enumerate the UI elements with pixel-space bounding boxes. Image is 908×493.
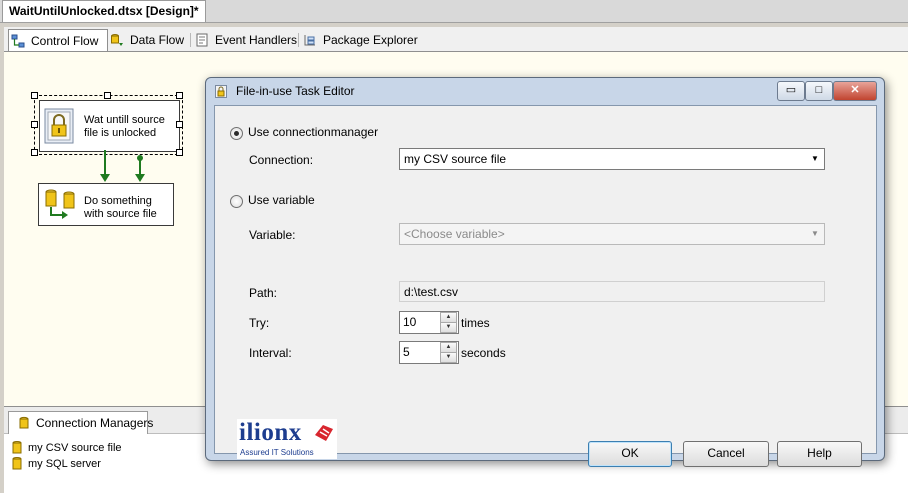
connection-label: Connection:	[249, 153, 314, 167]
variable-label: Variable:	[249, 228, 296, 242]
task-label: Do something	[84, 195, 152, 207]
path-field: d:\test.csv	[399, 281, 825, 302]
tab-label: Event Handlers	[215, 33, 298, 47]
package-explorer-icon	[304, 35, 315, 46]
resize-handle[interactable]	[176, 121, 183, 128]
try-value: 10	[403, 315, 417, 329]
chevron-down-icon[interactable]: ▼	[440, 352, 457, 363]
chevron-down-icon: ▼	[811, 229, 819, 238]
task-do-something[interactable]: Do something with source file	[38, 183, 174, 226]
close-button[interactable]: ✕	[833, 81, 877, 101]
maximize-button[interactable]: □	[805, 81, 833, 101]
tab-label: Package Explorer	[323, 33, 418, 47]
use-connectionmanager-radio[interactable]	[230, 127, 243, 140]
precedence-constraint[interactable]	[99, 150, 159, 184]
path-value: d:\test.csv	[404, 285, 459, 299]
resize-handle[interactable]	[104, 92, 111, 99]
use-variable-label: Use variable	[248, 193, 315, 207]
database-transfer-icon	[45, 189, 75, 219]
path-label: Path:	[249, 286, 278, 300]
resize-handle[interactable]	[176, 149, 183, 156]
interval-value: 5	[403, 345, 410, 359]
tab-data-flow[interactable]: Data Flow	[108, 29, 186, 51]
lock-icon	[215, 85, 227, 98]
tab-separator	[298, 33, 299, 47]
data-flow-icon	[111, 34, 123, 46]
connection-manager-icon	[19, 416, 29, 429]
cancel-button[interactable]: Cancel	[683, 441, 769, 467]
logo-mark-icon	[315, 425, 333, 441]
try-stepper[interactable]: 10 ▲ ▼	[399, 311, 459, 334]
document-tab[interactable]: WaitUntilUnlocked.dtsx [Design]*	[2, 0, 206, 22]
resize-handle[interactable]	[31, 121, 38, 128]
tab-label: Connection Managers	[36, 416, 154, 430]
dialog-client-area: Use connectionmanager Connection: my CSV…	[214, 105, 877, 467]
file-in-use-task-editor-dialog: File-in-use Task Editor ▭ □ ✕ Use connec…	[205, 77, 885, 467]
interval-label: Interval:	[249, 346, 292, 360]
tab-label: Control Flow	[31, 34, 99, 48]
task-label: with source file	[84, 208, 157, 220]
interval-unit: seconds	[461, 346, 506, 360]
try-label: Try:	[249, 316, 270, 330]
variable-dropdown: <Choose variable> ▼	[399, 223, 825, 245]
tab-control-flow[interactable]: Control Flow	[8, 29, 108, 52]
event-handlers-icon	[196, 33, 208, 47]
tab-label: Data Flow	[130, 33, 185, 47]
logo-brand: ilionx	[239, 419, 302, 446]
control-flow-icon	[11, 34, 25, 48]
connection-dropdown[interactable]: my CSV source file ▼	[399, 148, 825, 170]
database-icon	[12, 441, 22, 454]
tab-connection-managers[interactable]: Connection Managers	[8, 411, 153, 434]
chevron-down-icon: ▼	[811, 154, 819, 163]
tab-event-handlers[interactable]: Event Handlers	[193, 29, 297, 51]
tab-separator	[190, 33, 191, 47]
ok-button[interactable]: OK	[588, 441, 672, 467]
designer-tabs: Control Flow Data Flow Event Handlers Pa…	[4, 27, 908, 52]
connection-manager-label: my CSV source file	[28, 442, 122, 454]
resize-handle[interactable]	[176, 92, 183, 99]
dialog-titlebar[interactable]: File-in-use Task Editor ▭ □ ✕	[206, 78, 884, 104]
connection-value: my CSV source file	[404, 152, 507, 166]
use-variable-radio[interactable]	[230, 195, 243, 208]
help-button[interactable]: Help	[777, 441, 862, 467]
interval-stepper[interactable]: 5 ▲ ▼	[399, 341, 459, 364]
radio-selected-dot	[234, 131, 239, 136]
minimize-button[interactable]: ▭	[777, 81, 805, 101]
tab-package-explorer[interactable]: Package Explorer	[301, 29, 418, 51]
selection-frame	[34, 95, 183, 155]
document-tabstrip: WaitUntilUnlocked.dtsx [Design]*	[0, 0, 908, 23]
connection-manager-label: my SQL server	[28, 458, 101, 470]
variable-value: <Choose variable>	[404, 227, 505, 241]
try-unit: times	[461, 316, 490, 330]
ilionx-logo: ilionx Assured IT Solutions	[237, 419, 337, 459]
database-icon	[12, 457, 22, 470]
dialog-title: File-in-use Task Editor	[236, 84, 355, 98]
chevron-down-icon[interactable]: ▼	[440, 322, 457, 333]
logo-tagline: Assured IT Solutions	[240, 448, 314, 457]
resize-handle[interactable]	[31, 149, 38, 156]
resize-handle[interactable]	[31, 92, 38, 99]
use-connectionmanager-label: Use connectionmanager	[248, 125, 379, 139]
